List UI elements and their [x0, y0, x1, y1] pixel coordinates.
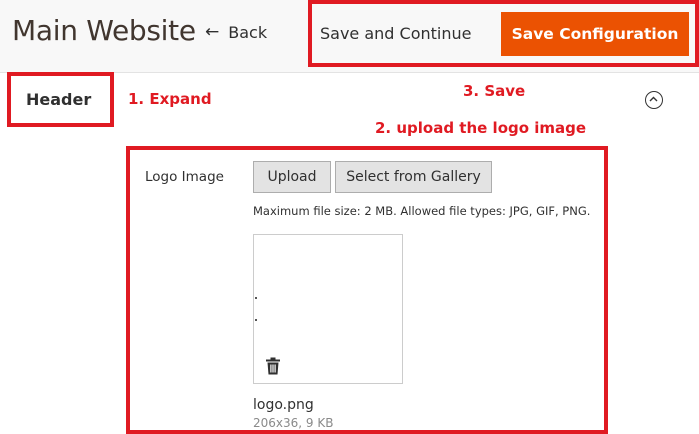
annotation-step-1: 1. Expand: [128, 90, 212, 108]
page-title: Main Website: [12, 14, 196, 47]
collapse-chevron-icon[interactable]: [645, 91, 663, 109]
annotation-box-upload: [126, 146, 608, 434]
section-toggle-header[interactable]: Header: [26, 90, 91, 109]
annotation-box-save: [308, 0, 699, 67]
annotation-step-3: 3. Save: [463, 82, 526, 100]
back-arrow-icon: ←: [205, 22, 220, 42]
back-button[interactable]: ← Back: [205, 23, 267, 42]
back-label: Back: [228, 23, 268, 42]
annotation-step-2: 2. upload the logo image: [375, 119, 587, 137]
